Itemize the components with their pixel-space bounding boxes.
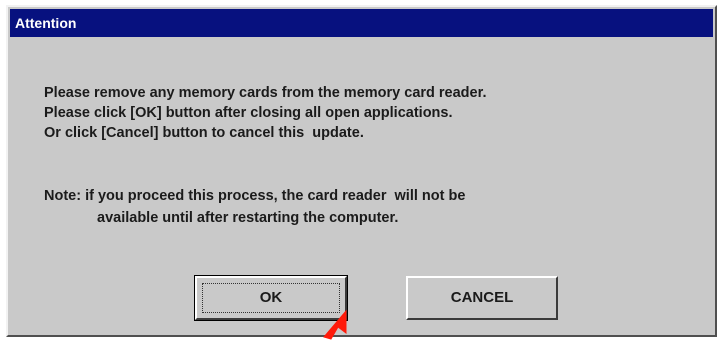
- dialog-title-bar[interactable]: Attention: [10, 9, 713, 37]
- message-line-2: Please click [OK] button after closing a…: [44, 105, 453, 121]
- cancel-button-label: CANCEL: [450, 289, 514, 306]
- message-line-1: Please remove any memory cards from the …: [44, 85, 487, 101]
- dialog-message: Please remove any memory cards from the …: [44, 83, 694, 143]
- dialog-note: Note: if you proceed this process, the c…: [44, 185, 694, 229]
- cancel-button[interactable]: CANCEL: [406, 276, 558, 320]
- red-arrow-cursor-icon: [323, 309, 347, 340]
- note-line-2: available until after restarting the com…: [97, 210, 399, 226]
- attention-dialog: Attention Please remove any memory cards…: [6, 5, 717, 337]
- dialog-title: Attention: [15, 15, 77, 31]
- note-line-1: Note: if you proceed this process, the c…: [44, 188, 466, 204]
- message-line-3: Or click [Cancel] button to cancel this …: [44, 125, 364, 141]
